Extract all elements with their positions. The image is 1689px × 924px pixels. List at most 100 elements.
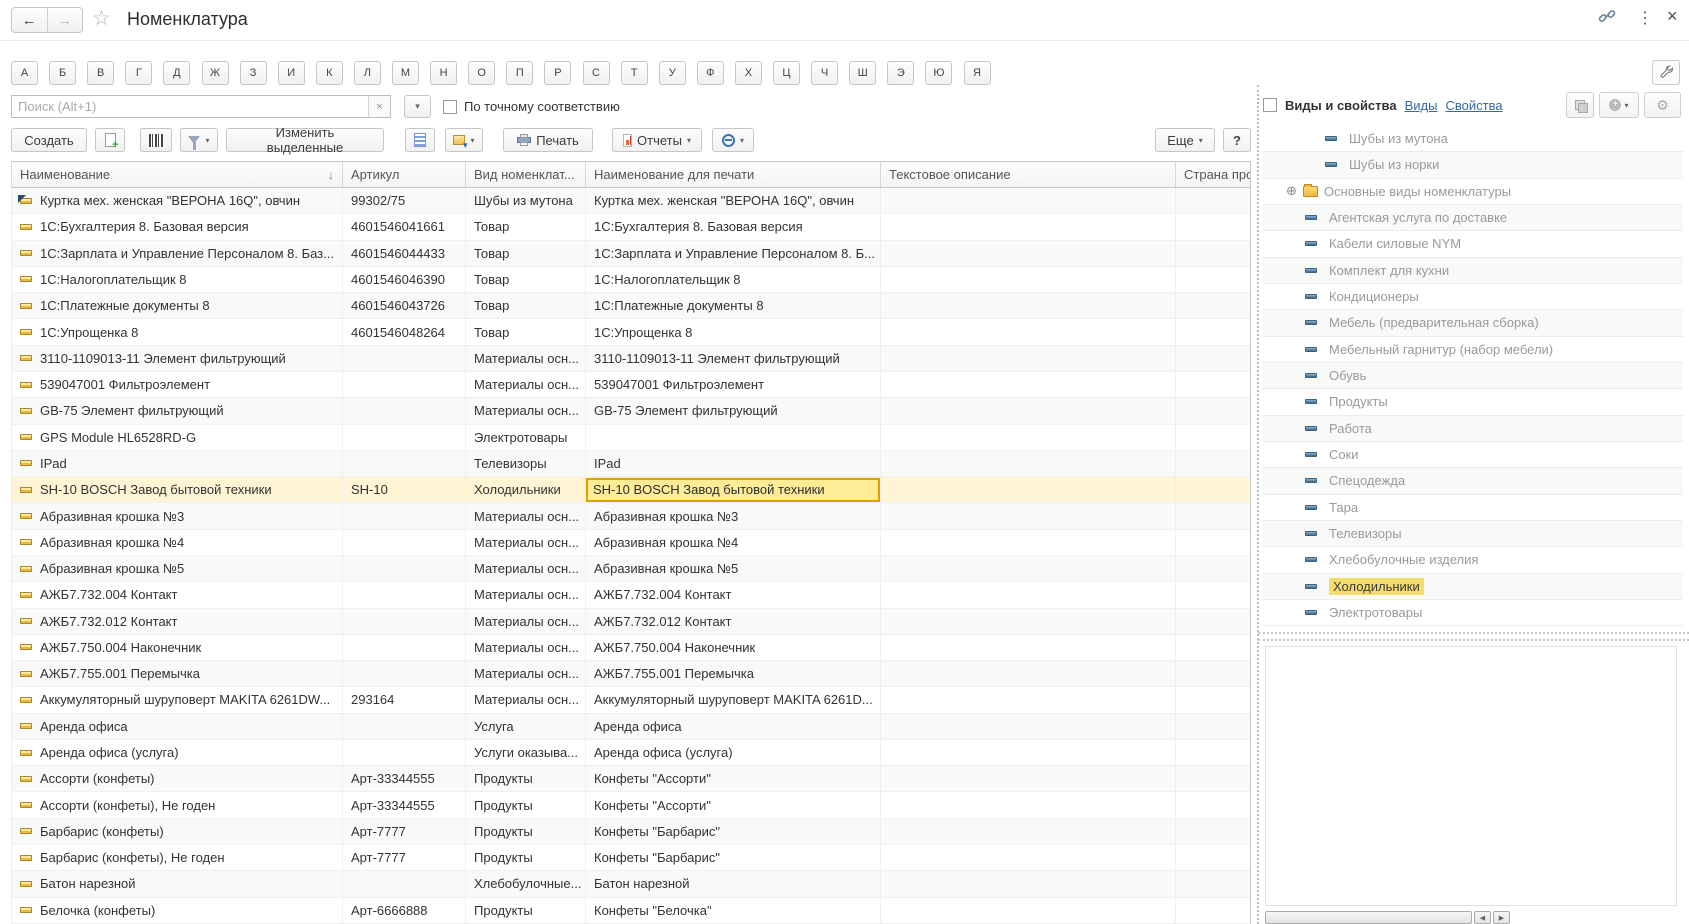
tree-item[interactable]: Обувь xyxy=(1262,363,1683,389)
table-row[interactable]: Ассорти (конфеты)Арт-33344555ПродуктыКон… xyxy=(12,766,1250,792)
add-view-button[interactable]: +▾ xyxy=(1599,92,1639,118)
table-row[interactable]: 3110-1109013-11 Элемент фильтрующийМатер… xyxy=(12,346,1250,372)
tree-item[interactable]: Спецодежда xyxy=(1262,468,1683,494)
table-row[interactable]: GPS Module HL6528RD-GЭлектротовары xyxy=(12,425,1250,451)
alphabet-button-Н[interactable]: Н xyxy=(430,61,457,85)
table-row[interactable]: Барбарис (конфеты)Арт-7777ПродуктыКонфет… xyxy=(12,819,1250,845)
table-row[interactable]: Барбарис (конфеты), Не годенАрт-7777Прод… xyxy=(12,845,1250,871)
column-header-country[interactable]: Страна происхождения xyxy=(1176,162,1250,187)
search-clear-icon[interactable]: × xyxy=(368,96,390,117)
tree-item[interactable]: Тара xyxy=(1262,495,1683,521)
column-header-kind[interactable]: Вид номенклат... xyxy=(466,162,586,187)
create-group-button[interactable] xyxy=(95,128,125,152)
alphabet-button-Я[interactable]: Я xyxy=(964,61,991,85)
filter-button[interactable]: ▾ xyxy=(180,128,218,152)
alphabet-button-Э[interactable]: Э xyxy=(887,61,914,85)
close-icon[interactable]: × xyxy=(1667,6,1678,27)
forward-button[interactable]: → xyxy=(48,8,83,32)
panel-splitter[interactable] xyxy=(1257,85,1259,924)
alphabet-button-Г[interactable]: Г xyxy=(125,61,152,85)
back-button[interactable]: ← xyxy=(12,8,48,32)
output-list-button[interactable] xyxy=(405,128,435,152)
alphabet-button-Б[interactable]: Б xyxy=(49,61,76,85)
tree-item[interactable]: Кондиционеры xyxy=(1262,284,1683,310)
tree-splitter[interactable] xyxy=(1258,632,1689,634)
alphabet-button-Р[interactable]: Р xyxy=(544,61,571,85)
tree-item[interactable]: Холодильники xyxy=(1262,574,1683,600)
scroll-left-button[interactable]: ◀ xyxy=(1474,911,1491,924)
reports-button[interactable]: Отчеты▾ xyxy=(612,128,702,152)
list-settings-button[interactable] xyxy=(1652,60,1680,85)
alphabet-button-Ф[interactable]: Ф xyxy=(697,61,724,85)
more-actions-button[interactable]: Еще▾ xyxy=(1155,128,1215,152)
tree-splitter[interactable] xyxy=(1258,639,1689,641)
expand-icon[interactable]: ⊕ xyxy=(1286,183,1297,199)
move-to-group-button[interactable]: ▾ xyxy=(445,128,483,152)
table-row[interactable]: Аренда офисаУслугаАренда офиса xyxy=(12,714,1250,740)
alphabet-button-А[interactable]: А xyxy=(11,61,38,85)
search-dropdown-button[interactable]: ▾ xyxy=(404,95,431,118)
more-menu-icon[interactable]: ⋮ xyxy=(1637,8,1653,28)
alphabet-button-Ч[interactable]: Ч xyxy=(811,61,838,85)
alphabet-button-К[interactable]: К xyxy=(316,61,343,85)
tree-item[interactable]: Продукты xyxy=(1262,389,1683,415)
table-row[interactable]: Белочка (конфеты)Арт-6666888ПродуктыКонф… xyxy=(12,898,1250,924)
view-settings-button[interactable]: ⚙ xyxy=(1644,92,1681,118)
table-row[interactable]: Аккумуляторный шуруповерт MAKITA 6261DW.… xyxy=(12,687,1250,713)
tree-item[interactable]: Шубы из норки xyxy=(1262,152,1683,178)
alphabet-button-Л[interactable]: Л xyxy=(354,61,381,85)
table-row[interactable]: Абразивная крошка №5Материалы осн...Абра… xyxy=(12,556,1250,582)
tree-item[interactable]: Кабели силовые NYM xyxy=(1262,231,1683,257)
table-row[interactable]: Куртка мех. женская "ВЕРОНА 16Q", овчин9… xyxy=(12,188,1250,214)
table-row[interactable]: 1С:Налогоплательщик 84601546046390Товар1… xyxy=(12,267,1250,293)
table-row[interactable]: 1С:Платежные документы 84601546043726Тов… xyxy=(12,293,1250,319)
column-header-description[interactable]: Текстовое описание xyxy=(881,162,1176,187)
column-header-print-name[interactable]: Наименование для печати xyxy=(586,162,881,187)
table-row[interactable]: Аренда офиса (услуга)Услуги оказыва...Ар… xyxy=(12,740,1250,766)
get-link-icon[interactable] xyxy=(1598,9,1616,28)
table-row[interactable]: АЖБ7.755.001 ПеремычкаМатериалы осн...АЖ… xyxy=(12,661,1250,687)
tree-item[interactable]: Телевизоры xyxy=(1262,521,1683,547)
tree-item[interactable]: Работа xyxy=(1262,416,1683,442)
table-row[interactable]: АЖБ7.750.004 НаконечникМатериалы осн...А… xyxy=(12,635,1250,661)
alphabet-button-У[interactable]: У xyxy=(659,61,686,85)
inline-edit-field[interactable]: SH-10 BOSCH Завод бытовой техники xyxy=(586,478,880,502)
tree-item[interactable]: Шубы из мутона xyxy=(1262,126,1683,152)
alphabet-button-М[interactable]: М xyxy=(392,61,419,85)
edit-selected-button[interactable]: Изменить выделенные xyxy=(226,128,384,152)
horizontal-scrollbar[interactable]: ◀ ▶ xyxy=(1265,911,1510,924)
tree-item[interactable]: Электротовары xyxy=(1262,600,1683,626)
alphabet-button-С[interactable]: С xyxy=(583,61,610,85)
send-button[interactable]: ▾ xyxy=(712,128,754,152)
table-row[interactable]: АЖБ7.732.004 КонтактМатериалы осн...АЖБ7… xyxy=(12,582,1250,608)
tree-item[interactable]: Соки xyxy=(1262,442,1683,468)
table-row[interactable]: Абразивная крошка №3Материалы осн...Абра… xyxy=(12,503,1250,529)
tree-item[interactable]: Мебельный гарнитур (набор мебели) xyxy=(1262,337,1683,363)
tree-item[interactable]: Комплект для кухни xyxy=(1262,258,1683,284)
table-row[interactable]: IPadТелевизорыIPad xyxy=(12,451,1250,477)
alphabet-button-Д[interactable]: Д xyxy=(163,61,190,85)
types-properties-checkbox[interactable] xyxy=(1263,98,1277,112)
column-header-article[interactable]: Артикул xyxy=(343,162,466,187)
table-row[interactable]: 1С:Бухгалтерия 8. Базовая версия46015460… xyxy=(12,214,1250,240)
alphabet-button-Ю[interactable]: Ю xyxy=(925,61,952,85)
search-input[interactable] xyxy=(12,96,368,117)
copy-view-button[interactable] xyxy=(1566,92,1594,118)
table-row[interactable]: 1С:Упрощенка 84601546048264Товар1С:Упрощ… xyxy=(12,319,1250,345)
alphabet-button-П[interactable]: П xyxy=(506,61,533,85)
alphabet-button-З[interactable]: З xyxy=(240,61,267,85)
properties-link[interactable]: Свойства xyxy=(1445,98,1502,113)
nav-history-group[interactable]: ← → xyxy=(11,7,83,33)
table-row[interactable]: Абразивная крошка №4Материалы осн...Абра… xyxy=(12,530,1250,556)
alphabet-button-В[interactable]: В xyxy=(87,61,114,85)
table-row[interactable]: 539047001 ФильтроэлементМатериалы осн...… xyxy=(12,372,1250,398)
table-row[interactable]: Батон нарезнойХлебобулочные...Батон наре… xyxy=(12,871,1250,897)
tree-item[interactable]: Агентская услуга по доставке xyxy=(1262,205,1683,231)
types-link[interactable]: Виды xyxy=(1405,98,1438,113)
barcode-button[interactable] xyxy=(140,128,172,152)
tree-item[interactable]: ⊕Основные виды номенклатуры xyxy=(1262,179,1683,205)
table-row[interactable]: Ассорти (конфеты), Не годенАрт-33344555П… xyxy=(12,792,1250,818)
table-row[interactable]: GB-75 Элемент фильтрующийМатериалы осн..… xyxy=(12,398,1250,424)
help-button[interactable]: ? xyxy=(1223,128,1251,152)
alphabet-button-Т[interactable]: Т xyxy=(621,61,648,85)
